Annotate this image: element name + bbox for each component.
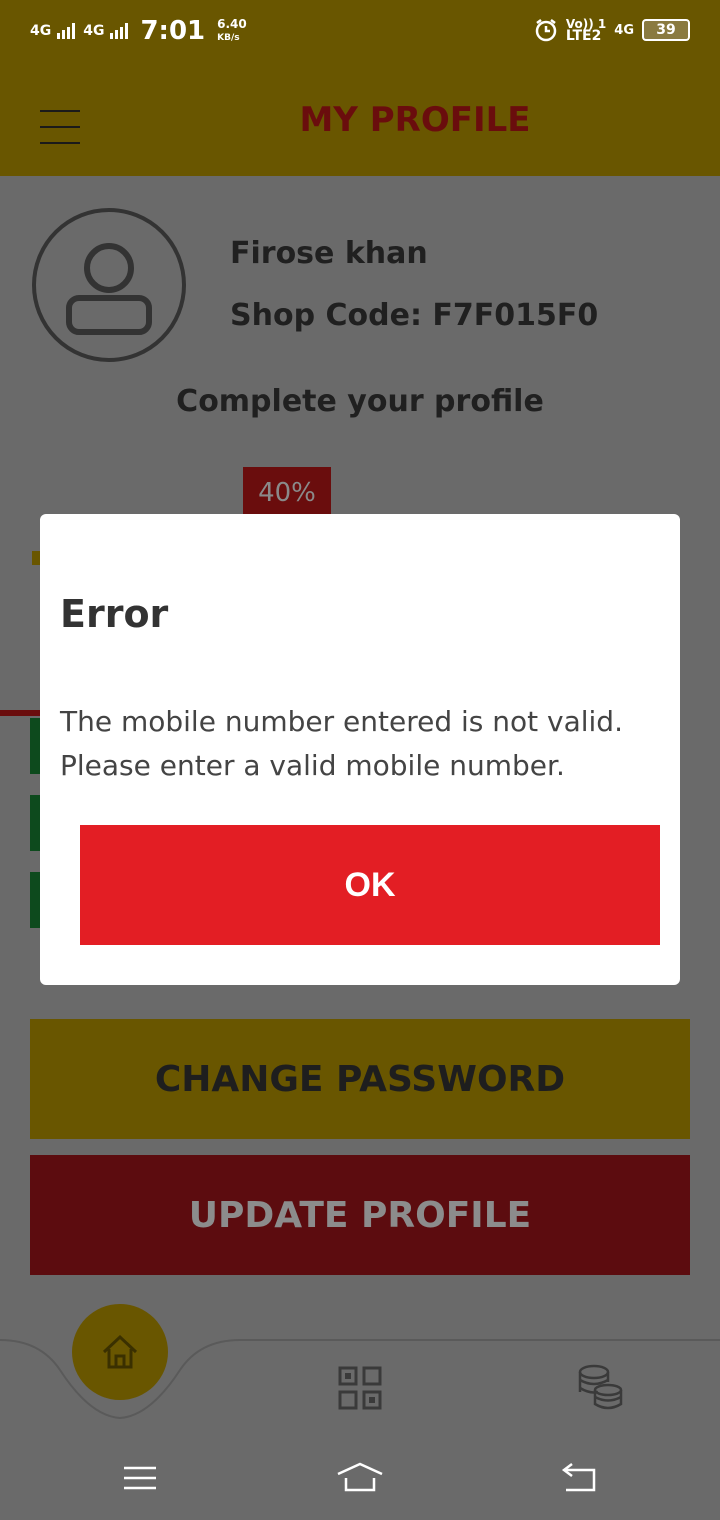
dialog-message-line: The mobile number entered is not valid. bbox=[60, 705, 623, 738]
dialog-title: Error bbox=[60, 592, 169, 636]
error-dialog: Error The mobile number entered is not v… bbox=[40, 514, 680, 985]
dialog-message: The mobile number entered is not valid. … bbox=[60, 700, 660, 788]
dialog-message-line: Please enter a valid mobile number. bbox=[60, 749, 565, 782]
ok-button[interactable]: OK bbox=[80, 825, 660, 945]
